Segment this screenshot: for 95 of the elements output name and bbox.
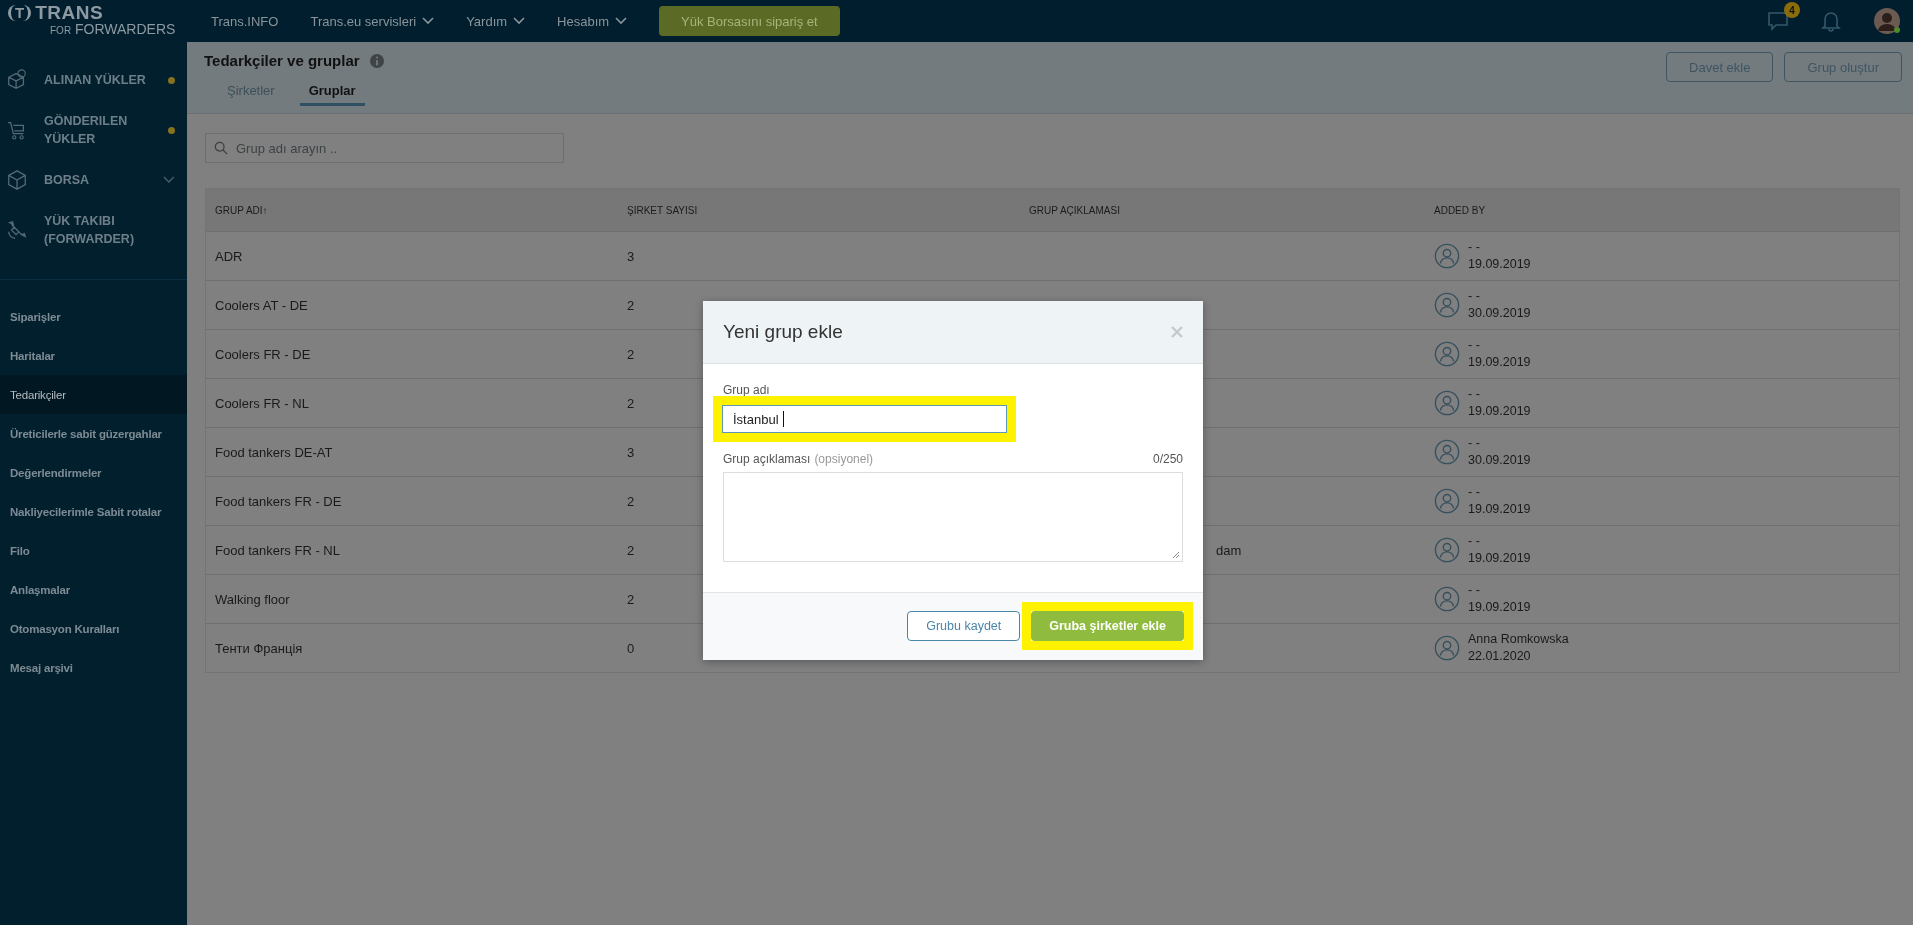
added-date: 30.09.2019 — [1468, 452, 1531, 469]
sidebar-section[interactable]: BORSA — [0, 157, 187, 203]
logo-mark: T — [8, 5, 32, 21]
sidebar-section[interactable]: YÜK TAKIBI (FORWARDER) — [0, 203, 187, 257]
added-by-name: - - — [1468, 582, 1481, 599]
search-field[interactable]: Grup adı arayın .. — [205, 133, 564, 163]
table-cell-text: 2 — [626, 493, 636, 509]
user-icon — [1434, 292, 1460, 318]
added-by-name: - - — [1468, 337, 1481, 354]
added-date: 19.09.2019 — [1468, 256, 1531, 273]
user-icon — [1434, 439, 1460, 465]
user-icon — [1434, 243, 1460, 269]
notification-badge: 4 — [1784, 2, 1800, 18]
box-icon — [6, 69, 28, 91]
added-date: 30.09.2019 — [1468, 305, 1531, 322]
table-cell-text: Food tankers FR - DE — [214, 493, 343, 509]
character-counter: 0/250 — [1152, 452, 1183, 466]
chevron-down-icon — [513, 17, 526, 25]
bell-icon[interactable] — [1821, 10, 1841, 32]
table-cell-text: ADR — [214, 248, 244, 264]
field-label: Grup açıklaması — [723, 452, 811, 466]
added-by-name: - - — [1468, 484, 1481, 501]
table-cell-text: 2 — [626, 346, 636, 362]
column-header[interactable]: GRUP ADI↑ — [206, 204, 618, 216]
user-icon — [1434, 635, 1460, 661]
added-date: 22.01.2020 — [1468, 648, 1532, 665]
field-label: Grup adı — [723, 384, 771, 396]
added-by-name: - - — [1468, 239, 1481, 256]
table-cell-text: Coolers FR - NL — [214, 395, 310, 411]
sidebar-item[interactable]: Filo — [0, 531, 187, 570]
logo[interactable]: T TRANS FOR FORWARDERS — [0, 4, 187, 38]
close-icon[interactable] — [1171, 326, 1183, 338]
added-date: 19.09.2019 — [1468, 599, 1531, 616]
resize-grip-icon — [1172, 551, 1180, 559]
sidebar-item[interactable]: Tedarikçiler — [0, 375, 187, 414]
user-icon — [1434, 390, 1460, 416]
added-by-name: - - — [1468, 386, 1481, 403]
table-cell-text: 3 — [626, 248, 636, 264]
added-by-name: - - — [1468, 533, 1481, 550]
sidebar-item[interactable]: Mesaj arşivi — [0, 648, 187, 687]
added-date: 19.09.2019 — [1468, 354, 1531, 371]
nav-link[interactable]: Trans.INFO — [211, 13, 279, 29]
page-title: Tedarkçiler ve gruplar — [204, 52, 360, 69]
text-area[interactable] — [723, 472, 1183, 562]
dialog-button[interactable]: Grubu kaydet — [907, 611, 1021, 641]
cube-icon — [6, 169, 28, 191]
table-cell-text: Food tankers DE-AT — [214, 444, 334, 460]
sidebar-item[interactable]: Üreticilerle sabit güzergahlar — [0, 414, 187, 453]
sidebar-section[interactable]: ALINAN YÜKLER — [0, 57, 187, 103]
table-cell-text: Coolers AT - DE — [214, 297, 309, 313]
sidebar-item[interactable]: Otomasyon Kuralları — [0, 609, 187, 648]
user-icon — [1434, 488, 1460, 514]
table-cell-text: 2 — [626, 591, 636, 607]
table-cell-text: Coolers FR - DE — [214, 346, 312, 362]
added-by-name: - - — [1468, 435, 1481, 452]
search-icon — [214, 141, 228, 155]
table-cell: dam — [1216, 542, 1242, 558]
sidebar-item[interactable]: Siparişler — [0, 297, 187, 336]
sidebar-item[interactable]: Haritalar — [0, 336, 187, 375]
nav-link[interactable]: Trans.eu servisleri — [310, 13, 435, 29]
order-button[interactable]: Yük Borsasını sipariş et — [659, 6, 840, 36]
satellite-icon — [6, 219, 28, 241]
chevron-down-icon — [422, 17, 435, 25]
user-icon — [1434, 537, 1460, 563]
nav-link[interactable]: Yardım — [466, 13, 526, 29]
added-by-name: - - — [1468, 288, 1481, 305]
user-icon — [1434, 341, 1460, 367]
column-header[interactable]: ADDED BY — [1425, 204, 1899, 216]
table-cell-text: 2 — [626, 542, 636, 558]
table-cell-text: 0 — [626, 640, 636, 656]
sidebar-section[interactable]: GÖNDERILEN YÜKLER — [0, 103, 187, 157]
table-cell-text: Walking floor — [214, 591, 291, 607]
table-cell-text: 2 — [626, 395, 636, 411]
dialog-title: Yeni grup ekle — [723, 321, 843, 343]
nav-link[interactable]: Hesabım — [557, 13, 628, 29]
table-cell-text: Тенти Франція — [214, 640, 304, 656]
table-cell-text: Food tankers FR - NL — [214, 542, 341, 558]
tab[interactable]: Gruplar — [299, 83, 365, 106]
chevron-down-icon — [615, 17, 628, 25]
input-field[interactable]: İstanbul — [722, 405, 1007, 433]
sidebar-item[interactable]: Nakliyecilerimle Sabit rotalar — [0, 492, 187, 531]
column-header[interactable]: ŞIRKET SAYISI — [618, 204, 1020, 216]
added-date: 19.09.2019 — [1468, 403, 1531, 420]
added-date: 19.09.2019 — [1468, 501, 1531, 518]
added-by-name: Anna Romkowska — [1468, 631, 1569, 648]
user-icon — [1434, 586, 1460, 612]
user-avatar[interactable] — [1873, 7, 1901, 35]
table-cell-text: 2 — [626, 297, 636, 313]
column-header[interactable]: GRUP AÇIKLAMASI — [1020, 204, 1425, 216]
added-date: 19.09.2019 — [1468, 550, 1531, 567]
info-icon[interactable] — [369, 53, 384, 68]
optional-hint: (opsiyonel) — [814, 452, 874, 466]
sidebar-item[interactable]: Değerlendirmeler — [0, 453, 187, 492]
sidebar-item[interactable]: Anlaşmalar — [0, 570, 187, 609]
chat-icon[interactable] — [1767, 11, 1789, 31]
